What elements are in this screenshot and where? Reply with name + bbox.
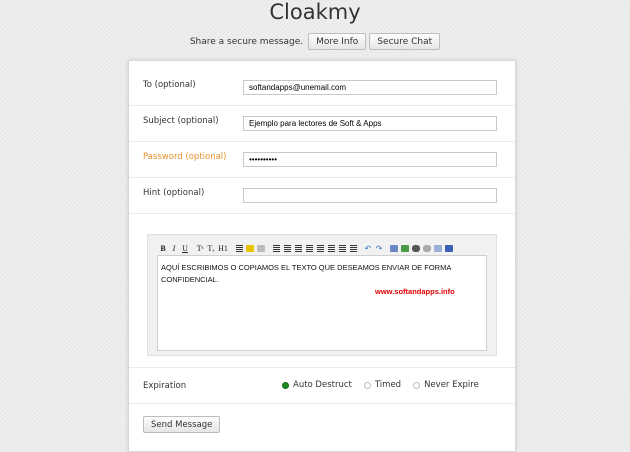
align-justify-icon[interactable] — [348, 243, 358, 254]
message-text: AQUÍ ESCRIBIMOS O COPIAMOS EL TEXTO QUE … — [161, 263, 451, 284]
outdent-icon[interactable] — [293, 243, 303, 254]
radio-never-expire[interactable]: Never Expire — [413, 380, 479, 390]
image-icon[interactable] — [400, 243, 410, 254]
to-input[interactable]: softandapps@unemail.com — [243, 80, 497, 95]
underline-button[interactable]: U — [180, 243, 190, 254]
editor-toolbar: B I U Tˢ Tₓ H1 ↶ ↷ — [158, 241, 454, 255]
superscript-button[interactable]: Tˢ — [195, 243, 205, 254]
align-right-icon[interactable] — [337, 243, 347, 254]
radio-timed[interactable]: Timed — [363, 380, 402, 390]
radio-auto-destruct[interactable]: Auto Destruct — [282, 380, 352, 390]
link-icon[interactable] — [411, 243, 421, 254]
expiration-label: Expiration — [143, 381, 187, 391]
to-label: To (optional) — [143, 80, 196, 90]
subject-input[interactable]: Ejemplo para lectores de Soft & Apps — [243, 116, 497, 131]
divider — [129, 177, 515, 178]
horizontal-rule-icon[interactable] — [389, 243, 399, 254]
radio-label: Timed — [374, 380, 402, 390]
header-bar: Share a secure message. More Info Secure… — [0, 33, 630, 50]
html-icon[interactable] — [444, 243, 454, 254]
align-left-icon[interactable] — [315, 243, 325, 254]
rich-text-editor: B I U Tˢ Tₓ H1 ↶ ↷ AQUÍ ESCRIBIMOS O COP… — [147, 234, 497, 356]
heading-button[interactable]: H1 — [217, 243, 229, 254]
divider — [129, 141, 515, 142]
divider — [129, 367, 515, 368]
message-form: To (optional) softandapps@unemail.com Su… — [128, 60, 516, 452]
highlight-icon[interactable] — [245, 243, 255, 254]
radio-label: Never Expire — [424, 380, 479, 390]
divider — [129, 213, 515, 214]
italic-button[interactable]: I — [169, 243, 179, 254]
message-body[interactable]: AQUÍ ESCRIBIMOS O COPIAMOS EL TEXTO QUE … — [157, 255, 487, 351]
password-input[interactable]: •••••••••• — [243, 152, 497, 167]
hint-label: Hint (optional) — [143, 188, 205, 198]
divider — [129, 403, 515, 404]
clear-format-icon[interactable] — [256, 243, 266, 254]
bullet-list-icon[interactable] — [271, 243, 281, 254]
tagline: Share a secure message. — [189, 36, 304, 47]
redo-icon[interactable]: ↷ — [374, 243, 384, 254]
numbered-list-icon[interactable] — [282, 243, 292, 254]
radio-label: Auto Destruct — [293, 380, 352, 390]
expiration-options: Auto Destruct Timed Never Expire — [282, 380, 487, 390]
more-info-button[interactable]: More Info — [308, 33, 367, 50]
hint-input[interactable] — [243, 188, 497, 203]
secure-chat-button[interactable]: Secure Chat — [369, 33, 441, 50]
subscript-button[interactable]: Tₓ — [206, 243, 216, 254]
bold-button[interactable]: B — [158, 243, 168, 254]
app-title: Cloakmy — [269, 0, 361, 24]
send-message-button[interactable]: Send Message — [143, 416, 221, 433]
radio-icon[interactable] — [363, 381, 371, 389]
align-center-icon[interactable] — [326, 243, 336, 254]
divider — [129, 105, 515, 106]
unlink-icon[interactable] — [422, 243, 432, 254]
indent-right-icon[interactable] — [304, 243, 314, 254]
subject-label: Subject (optional) — [143, 116, 219, 126]
source-code-icon[interactable] — [433, 243, 443, 254]
message-link: www.softandapps.info — [375, 287, 455, 296]
undo-icon[interactable]: ↶ — [363, 243, 373, 254]
radio-selected-icon[interactable] — [282, 381, 289, 389]
password-label: Password (optional) — [143, 152, 227, 162]
indent-icon[interactable] — [234, 243, 244, 254]
radio-icon[interactable] — [413, 381, 421, 389]
